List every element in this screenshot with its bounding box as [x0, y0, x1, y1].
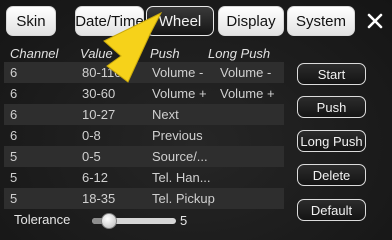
- table-row[interactable]: 6 30-60 Volume + Volume +: [4, 83, 284, 104]
- cell-push: Tel. Pickup: [152, 191, 215, 206]
- push-button[interactable]: Push: [297, 96, 366, 118]
- cell-push: Next: [152, 107, 179, 122]
- wheel-mapping-table: 6 80-110 Volume - Volume - 6 30-60 Volum…: [4, 62, 284, 209]
- long-push-button[interactable]: Long Push: [297, 130, 366, 152]
- cell-value: 0-8: [82, 128, 101, 143]
- cell-push: Volume -: [152, 65, 204, 80]
- close-icon: [367, 13, 383, 29]
- table-row[interactable]: 6 80-110 Volume - Volume -: [4, 62, 284, 83]
- header-channel: Channel: [10, 46, 59, 61]
- wheel-settings-screen: Skin Date/Time Wheel Display System Chan…: [0, 0, 392, 240]
- tab-date-time[interactable]: Date/Time: [75, 6, 144, 36]
- cell-value: 30-60: [82, 86, 116, 101]
- tab-system[interactable]: System: [287, 6, 355, 36]
- cell-long-push: Volume -: [220, 65, 272, 80]
- cell-push: Volume +: [152, 86, 207, 101]
- cell-value: 18-35: [82, 191, 116, 206]
- cell-channel: 6: [10, 86, 18, 101]
- table-row[interactable]: 5 6-12 Tel. Han...: [4, 167, 284, 188]
- cell-push: Tel. Han...: [152, 170, 211, 185]
- tab-bar: Skin Date/Time Wheel Display System: [6, 4, 388, 38]
- cell-value: 10-27: [82, 107, 116, 122]
- table-header: Channel Value Push Long Push: [0, 44, 290, 62]
- cell-channel: 6: [10, 107, 18, 122]
- cell-value: 0-5: [82, 149, 101, 164]
- tolerance-slider[interactable]: [92, 213, 176, 229]
- header-long-push: Long Push: [208, 46, 271, 61]
- cell-value: 6-12: [82, 170, 109, 185]
- close-button[interactable]: [362, 6, 388, 36]
- cell-value: 80-110: [82, 65, 122, 80]
- cell-channel: 5: [10, 149, 18, 164]
- tab-display[interactable]: Display: [218, 6, 284, 36]
- default-button[interactable]: Default: [297, 199, 366, 221]
- tolerance-slider-handle[interactable]: [100, 213, 117, 229]
- cell-channel: 5: [10, 170, 18, 185]
- cell-channel: 5: [10, 191, 18, 206]
- tolerance-value: 5: [180, 213, 188, 228]
- table-row[interactable]: 5 0-5 Source/...: [4, 146, 284, 167]
- cell-long-push: Volume +: [220, 86, 275, 101]
- table-row[interactable]: 6 0-8 Previous: [4, 125, 284, 146]
- cell-push: Previous: [152, 128, 203, 143]
- tab-wheel[interactable]: Wheel: [146, 6, 214, 36]
- tolerance-label: Tolerance: [14, 212, 71, 227]
- tab-skin[interactable]: Skin: [6, 6, 56, 36]
- cell-channel: 6: [10, 65, 18, 80]
- header-push: Push: [150, 46, 180, 61]
- header-value: Value: [80, 46, 113, 61]
- cell-channel: 6: [10, 128, 18, 143]
- table-row[interactable]: 6 10-27 Next: [4, 104, 284, 125]
- delete-button[interactable]: Delete: [297, 164, 366, 186]
- start-button[interactable]: Start: [297, 63, 366, 85]
- cell-push: Source/...: [152, 149, 208, 164]
- table-row[interactable]: 5 18-35 Tel. Pickup: [4, 188, 284, 209]
